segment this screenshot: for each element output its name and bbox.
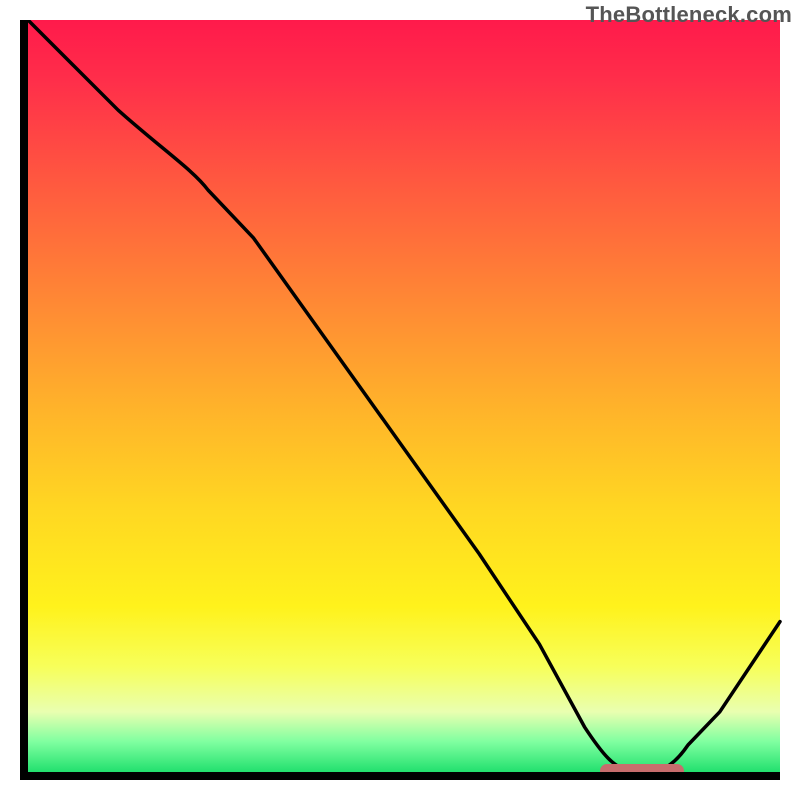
chart-frame xyxy=(20,20,780,780)
axes xyxy=(20,20,780,780)
watermark-text: TheBottleneck.com xyxy=(586,2,792,28)
chart-canvas: TheBottleneck.com xyxy=(0,0,800,800)
